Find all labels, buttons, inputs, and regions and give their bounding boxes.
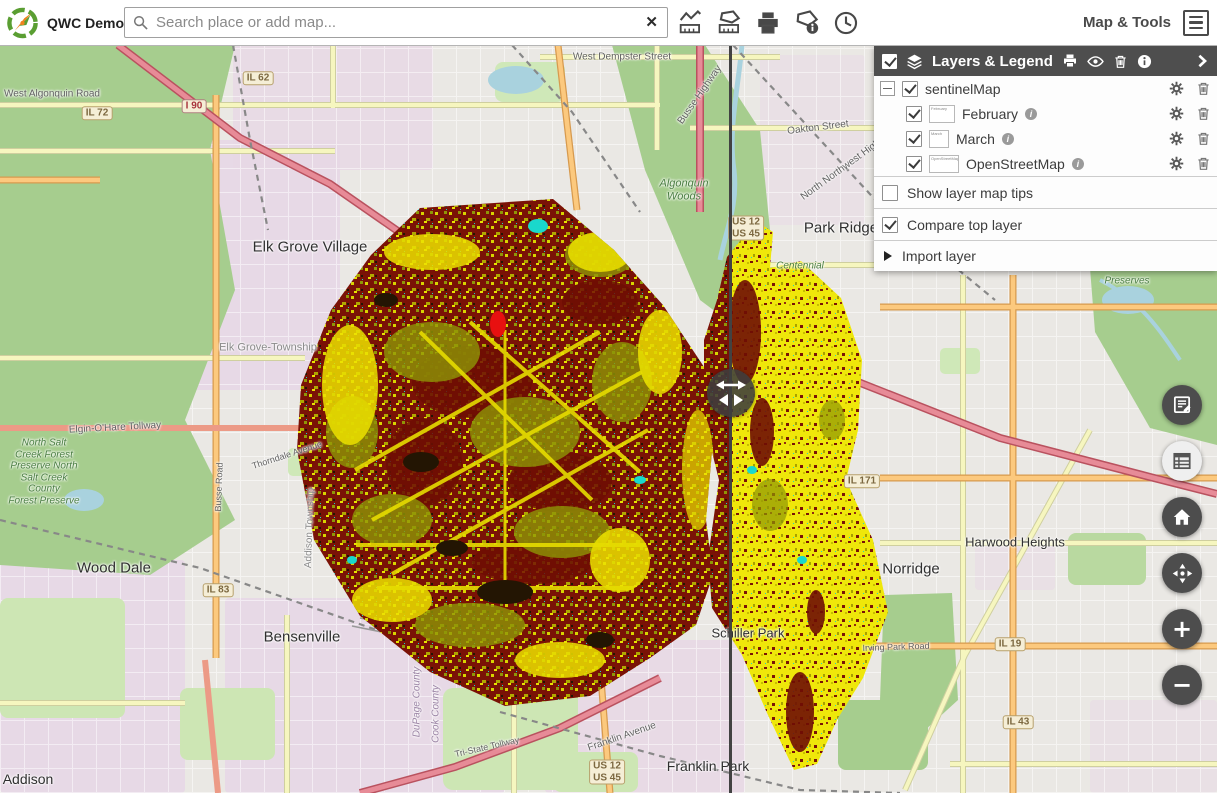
search-input[interactable] [154,13,645,32]
measure-line-button[interactable] [673,4,707,42]
identify-region-button[interactable] [790,4,824,42]
plus-icon: + [1172,617,1192,641]
attribute-table-button[interactable] [1162,441,1202,481]
layers-icon [906,53,923,70]
app-brand: QWC Demo [0,6,124,40]
menu-area: Map & Tools [1083,10,1217,36]
layer-delete-trash-icon[interactable] [1196,156,1211,171]
layers-master-checkbox[interactable] [882,54,897,69]
print-legend-icon[interactable] [1062,53,1078,69]
search-icon [133,15,148,30]
home-icon [1171,506,1193,528]
print-button[interactable] [751,4,785,42]
layer-row-march[interactable]: March March i [874,126,1217,151]
home-extent-button[interactable] [1162,497,1202,537]
layer-settings-gear-icon[interactable] [1169,106,1184,121]
search-box: ✕ [124,7,668,38]
layer-label: February [962,106,1018,122]
layer-row-sentinelmap[interactable]: sentinelMap [874,76,1217,101]
sketch-tool-button[interactable] [1162,385,1202,425]
hamburger-menu-button[interactable] [1183,10,1209,36]
map-tools-label: Map & Tools [1083,14,1171,31]
layers-panel-header: Layers & Legend [874,46,1217,76]
search-clear-icon[interactable]: ✕ [645,15,658,30]
qwc-logo-icon [6,6,39,40]
layer-legend-thumbnail: OpenStreetMap [929,155,959,173]
layers-panel-title: Layers & Legend [932,53,1053,70]
layer-info-badge-icon[interactable]: i [1002,133,1014,145]
expand-arrow-icon [884,251,892,261]
compare-layer-checkbox[interactable] [882,217,898,233]
zoom-out-button[interactable]: − [1162,665,1202,705]
layer-delete-trash-icon[interactable] [1196,106,1211,121]
layer-delete-trash-icon[interactable] [1196,81,1211,96]
topbar: QWC Demo ✕ Map & Tools [0,0,1217,46]
sentinelmap-checkbox[interactable] [902,81,918,97]
measure-area-button[interactable] [712,4,746,42]
option-show-map-tips[interactable]: Show layer map tips [874,176,1217,208]
minus-icon: − [1172,673,1192,697]
attribute-table-icon [1171,450,1193,472]
layer-legend-thumbnail: March [929,130,949,148]
february-checkbox[interactable] [906,106,922,122]
layer-label: March [956,131,995,147]
clock-icon [833,10,859,36]
layer-settings-gear-icon[interactable] [1169,131,1184,146]
layer-legend-thumbnail: February [929,105,955,123]
layer-label: sentinelMap [925,81,1001,97]
layer-row-openstreetmap[interactable]: OpenStreetMap OpenStreetMap i [874,151,1217,176]
option-label: Compare top layer [907,217,1022,233]
print-icon [755,10,781,36]
collapse-group-icon[interactable] [880,81,895,96]
measure-area-icon [716,9,743,36]
import-layer-row[interactable]: Import layer [874,240,1217,271]
locate-icon [1171,562,1194,585]
sketch-icon [1171,394,1193,416]
layer-settings-gear-icon[interactable] [1169,156,1184,171]
app-window: Elk Grove VillagePark RidgeWood DaleBens… [0,0,1217,793]
measure-line-icon [677,9,704,36]
zoom-in-button[interactable]: + [1162,609,1202,649]
layer-info-icon[interactable] [1137,54,1152,69]
openstreetmap-checkbox[interactable] [906,156,922,172]
option-compare-top-layer[interactable]: Compare top layer [874,208,1217,240]
option-label: Show layer map tips [907,185,1033,201]
layer-info-badge-icon[interactable]: i [1072,158,1084,170]
geolocate-button[interactable] [1162,553,1202,593]
layer-row-february[interactable]: February February i [874,101,1217,126]
map-tips-checkbox[interactable] [882,185,898,201]
layers-panel: Layers & Legend sentinelMap [874,46,1217,271]
delete-all-layers-icon[interactable] [1113,54,1128,69]
compare-arrows-icon [707,369,755,417]
compare-slider-line [729,45,732,793]
layer-settings-gear-icon[interactable] [1169,81,1184,96]
import-layer-label: Import layer [902,248,976,264]
march-checkbox[interactable] [906,131,922,147]
identify-region-icon [794,9,821,36]
collapse-panel-chevron-icon[interactable] [1195,54,1209,68]
brand-name: QWC Demo [47,15,124,31]
compare-slider-handle[interactable] [707,369,755,417]
layer-info-badge-icon[interactable]: i [1025,108,1037,120]
layer-label: OpenStreetMap [966,156,1065,172]
layer-delete-trash-icon[interactable] [1196,131,1211,146]
visibility-eye-icon[interactable] [1087,53,1104,70]
time-manager-button[interactable] [829,4,863,42]
